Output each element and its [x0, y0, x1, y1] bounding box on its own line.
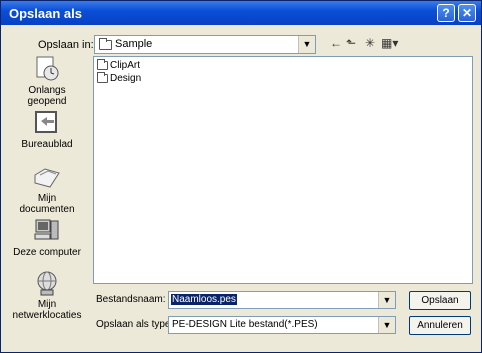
- place-label: Deze computer: [13, 247, 81, 258]
- back-icon[interactable]: ←: [330, 36, 342, 50]
- place-computer[interactable]: Deze computer: [9, 217, 85, 258]
- list-item[interactable]: Design: [97, 71, 142, 86]
- my-documents-icon: [32, 163, 62, 191]
- filename-field[interactable]: Naamloos.pes ▼: [168, 291, 396, 309]
- up-folder-icon[interactable]: ⬑: [346, 36, 356, 50]
- filename-value: Naamloos.pes: [171, 294, 237, 305]
- file-name: ClipArt: [110, 60, 141, 71]
- filetype-label: Opslaan als type:: [96, 319, 174, 330]
- place-desktop[interactable]: Bureaublad: [9, 109, 85, 150]
- folder-icon: [97, 58, 108, 70]
- filetype-dropdown[interactable]: PE-DESIGN Lite bestand(*.PES) ▼: [168, 316, 396, 334]
- file-name: Design: [110, 73, 142, 84]
- place-recent[interactable]: Onlangs geopend: [9, 55, 85, 107]
- place-network[interactable]: Mijn netwerklocaties: [9, 269, 85, 321]
- chevron-down-icon[interactable]: ▼: [378, 292, 395, 308]
- filename-label: Bestandsnaam:: [96, 294, 166, 305]
- computer-icon: [32, 217, 62, 245]
- save-button[interactable]: Opslaan: [409, 291, 471, 310]
- title-bar: Opslaan als ? ✕: [1, 1, 481, 25]
- dialog-title: Opslaan als: [9, 6, 82, 21]
- file-list[interactable]: ClipArt Design: [93, 56, 473, 284]
- place-label: Mijn netwerklocaties: [12, 299, 82, 321]
- new-folder-icon[interactable]: ✳: [365, 36, 375, 50]
- save-in-value: Sample: [115, 38, 153, 50]
- place-my-documents[interactable]: Mijn documenten: [9, 163, 85, 215]
- folder-icon: [99, 38, 112, 50]
- help-button[interactable]: ?: [437, 4, 455, 22]
- save-as-dialog: Opslaan als ? ✕ Opslaan in: Sample ▼ ← ⬑…: [0, 0, 482, 353]
- save-in-dropdown[interactable]: Sample ▼: [94, 35, 316, 54]
- save-in-label: Opslaan in:: [38, 39, 94, 51]
- views-menu-icon[interactable]: ▦▾: [381, 36, 398, 50]
- place-label: Mijn documenten: [19, 193, 75, 215]
- recent-icon: [32, 55, 62, 83]
- folder-icon: [97, 71, 108, 83]
- chevron-down-icon[interactable]: ▼: [378, 317, 395, 333]
- cancel-button[interactable]: Annuleren: [409, 316, 471, 335]
- filetype-value: PE-DESIGN Lite bestand(*.PES): [172, 319, 318, 330]
- network-icon: [32, 269, 62, 297]
- close-button[interactable]: ✕: [458, 4, 476, 22]
- desktop-icon: [32, 109, 62, 137]
- place-label: Onlangs geopend: [27, 85, 67, 107]
- place-label: Bureaublad: [21, 139, 73, 150]
- chevron-down-icon[interactable]: ▼: [298, 36, 315, 53]
